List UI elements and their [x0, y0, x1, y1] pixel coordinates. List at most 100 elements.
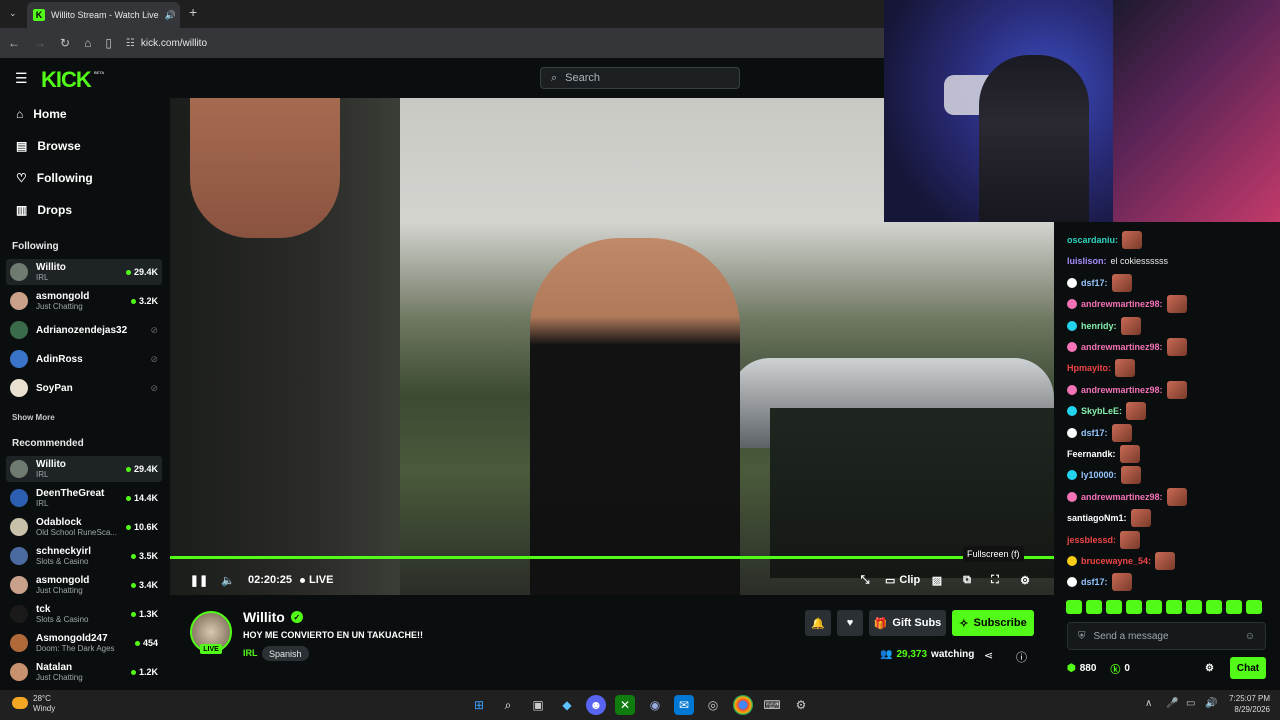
streamer-name[interactable]: Willito ✓: [243, 609, 303, 625]
reload-icon[interactable]: ↻: [60, 36, 70, 50]
gift-subs-button[interactable]: 🎁 Gift Subs: [869, 610, 946, 636]
emoji-icon[interactable]: ☺: [1245, 631, 1255, 642]
notification-bell-button[interactable]: 🔔: [805, 610, 831, 636]
system-clock[interactable]: 7:25:07 PM 8/29/2026: [1225, 693, 1270, 715]
kick-logo[interactable]: KICK: [41, 67, 92, 93]
hamburger-menu-icon[interactable]: ☰: [15, 70, 28, 87]
quick-emote-icon[interactable]: [1066, 600, 1082, 614]
sidebar-channel[interactable]: schneckyirl Slots & Casino 3.5K: [6, 543, 162, 569]
nav-drops[interactable]: ▥ Drops: [16, 203, 72, 217]
back-icon[interactable]: ←: [8, 36, 20, 50]
chat-username[interactable]: brucewayne_54:: [1081, 556, 1151, 566]
chat-username[interactable]: santiagoNm1:: [1067, 513, 1127, 523]
sidebar-channel[interactable]: AdinRoss ⊘: [6, 346, 162, 372]
chat-username[interactable]: andrewmartinez98:: [1081, 385, 1163, 395]
fullscreen-icon[interactable]: ⛶: [988, 568, 1002, 592]
speaker-icon[interactable]: 🔊: [165, 10, 176, 21]
pause-icon[interactable]: ❚❚: [190, 568, 208, 592]
quick-emote-icon[interactable]: [1086, 600, 1102, 614]
show-more-link[interactable]: Show More: [12, 413, 55, 422]
quick-emote-icon[interactable]: [1206, 600, 1222, 614]
chrome-icon[interactable]: [733, 695, 753, 715]
chat-username[interactable]: Hpmayito:: [1067, 363, 1111, 373]
tab-list-icon[interactable]: ⌄: [9, 8, 17, 19]
sidebar-channel[interactable]: asmongold Just Chatting 3.2K: [6, 288, 162, 314]
discord-icon[interactable]: ☻: [586, 695, 606, 715]
sidebar-channel[interactable]: tck Slots & Casino 1.3K: [6, 601, 162, 627]
steam-icon[interactable]: ◉: [645, 695, 665, 715]
follow-heart-button[interactable]: ♥: [837, 610, 863, 636]
chat-send-button[interactable]: Chat: [1230, 657, 1266, 679]
site-info-icon[interactable]: ☷: [126, 38, 135, 49]
points-value[interactable]: 880: [1080, 663, 1097, 674]
sidebar-channel[interactable]: Adrianozendejas32 ⊘: [6, 317, 162, 343]
quick-emote-icon[interactable]: [1166, 600, 1182, 614]
new-tab-button[interactable]: +: [189, 4, 197, 20]
info-icon[interactable]: ⓘ: [1016, 649, 1027, 665]
network-icon[interactable]: ▭: [1186, 698, 1195, 709]
xbox-icon[interactable]: ✕: [615, 695, 635, 715]
windows-start-icon[interactable]: ⊞: [469, 695, 489, 715]
app-icon[interactable]: ◆: [557, 695, 577, 715]
nav-home[interactable]: ⌂ Home: [16, 107, 67, 121]
sidebar-channel[interactable]: Natalan Just Chatting 1.2K: [6, 659, 162, 685]
stream-category[interactable]: IRL: [243, 648, 258, 658]
microphone-icon[interactable]: 🎤: [1166, 698, 1178, 709]
share-icon[interactable]: ⋖: [984, 649, 993, 662]
chat-username[interactable]: dsf17:: [1081, 428, 1108, 438]
quick-emote-icon[interactable]: [1246, 600, 1262, 614]
video-progress-bar[interactable]: [170, 556, 1054, 559]
language-tag[interactable]: Spanish: [262, 646, 309, 661]
github-icon[interactable]: ◎: [703, 695, 723, 715]
quick-emote-icon[interactable]: [1186, 600, 1202, 614]
quick-emote-icon[interactable]: [1146, 600, 1162, 614]
chat-username[interactable]: SkybLeE:: [1081, 406, 1122, 416]
settings-app-icon[interactable]: ⚙: [791, 695, 811, 715]
quick-emote-icon[interactable]: [1226, 600, 1242, 614]
captions-icon[interactable]: ▨: [930, 568, 944, 592]
sidebar-channel[interactable]: Willito IRL 29.4K: [6, 259, 162, 285]
taskbar-search-icon[interactable]: ⌕: [498, 695, 518, 715]
browser-tab[interactable]: K Willito Stream - Watch Live 🔊 ✕: [27, 2, 180, 28]
chat-username[interactable]: dsf17:: [1081, 278, 1108, 288]
chat-username[interactable]: luislison:: [1067, 256, 1107, 266]
live-indicator[interactable]: LIVE: [300, 568, 333, 592]
kicks-value[interactable]: 0: [1124, 663, 1130, 674]
clip-button[interactable]: ▭ Clip: [885, 568, 920, 592]
sidebar-channel[interactable]: Willito IRL 29.4K: [6, 456, 162, 482]
task-view-icon[interactable]: ▣: [528, 695, 548, 715]
chat-username[interactable]: henridy:: [1081, 321, 1117, 331]
theater-mode-icon[interactable]: ⤡: [858, 568, 872, 592]
nav-following[interactable]: ♡ Following: [16, 171, 93, 185]
chat-username[interactable]: Feernandk:: [1067, 449, 1116, 459]
chat-username[interactable]: andrewmartinez98:: [1081, 299, 1163, 309]
volume-icon[interactable]: 🔈: [220, 568, 236, 592]
sidebar-channel[interactable]: asmongold Just Chatting 3.4K: [6, 572, 162, 598]
chat-username[interactable]: jessblessd:: [1067, 535, 1116, 545]
sidebar-channel[interactable]: Asmongold247 Doom: The Dark Ages 454: [6, 630, 162, 656]
sidebar-channel[interactable]: Odablock Old School RuneSca... 10.6K: [6, 514, 162, 540]
url-field[interactable]: kick.com/willito: [141, 38, 207, 49]
weather-widget[interactable]: 28°C Windy: [33, 694, 55, 714]
split-view-icon[interactable]: ▯: [105, 36, 112, 50]
chat-username[interactable]: ly10000:: [1081, 470, 1117, 480]
volume-tray-icon[interactable]: 🔊: [1205, 698, 1217, 709]
quick-emote-icon[interactable]: [1126, 600, 1142, 614]
nav-browse[interactable]: ▤ Browse: [16, 139, 81, 153]
quick-emote-icon[interactable]: [1106, 600, 1122, 614]
sidebar-channel[interactable]: SoyPan ⊘: [6, 375, 162, 401]
mail-icon[interactable]: ✉: [674, 695, 694, 715]
search-input[interactable]: ⌕ Search: [540, 67, 740, 89]
chat-settings-icon[interactable]: ⚙: [1205, 663, 1214, 674]
chat-message-input[interactable]: ⛨ Send a message ☺: [1067, 622, 1266, 650]
chat-username[interactable]: andrewmartinez98:: [1081, 492, 1163, 502]
forward-icon[interactable]: →: [34, 36, 46, 50]
home-icon[interactable]: ⌂: [84, 36, 91, 50]
settings-gear-icon[interactable]: ⚙: [1018, 568, 1032, 592]
tray-chevron-icon[interactable]: ∧: [1145, 698, 1152, 709]
chat-username[interactable]: oscardaniu:: [1067, 235, 1118, 245]
pip-icon[interactable]: ⧉: [960, 568, 974, 592]
subscribe-button[interactable]: ✧ Subscribe: [952, 610, 1034, 636]
chat-username[interactable]: andrewmartinez98:: [1081, 342, 1163, 352]
terminal-icon[interactable]: ⌨: [762, 695, 782, 715]
